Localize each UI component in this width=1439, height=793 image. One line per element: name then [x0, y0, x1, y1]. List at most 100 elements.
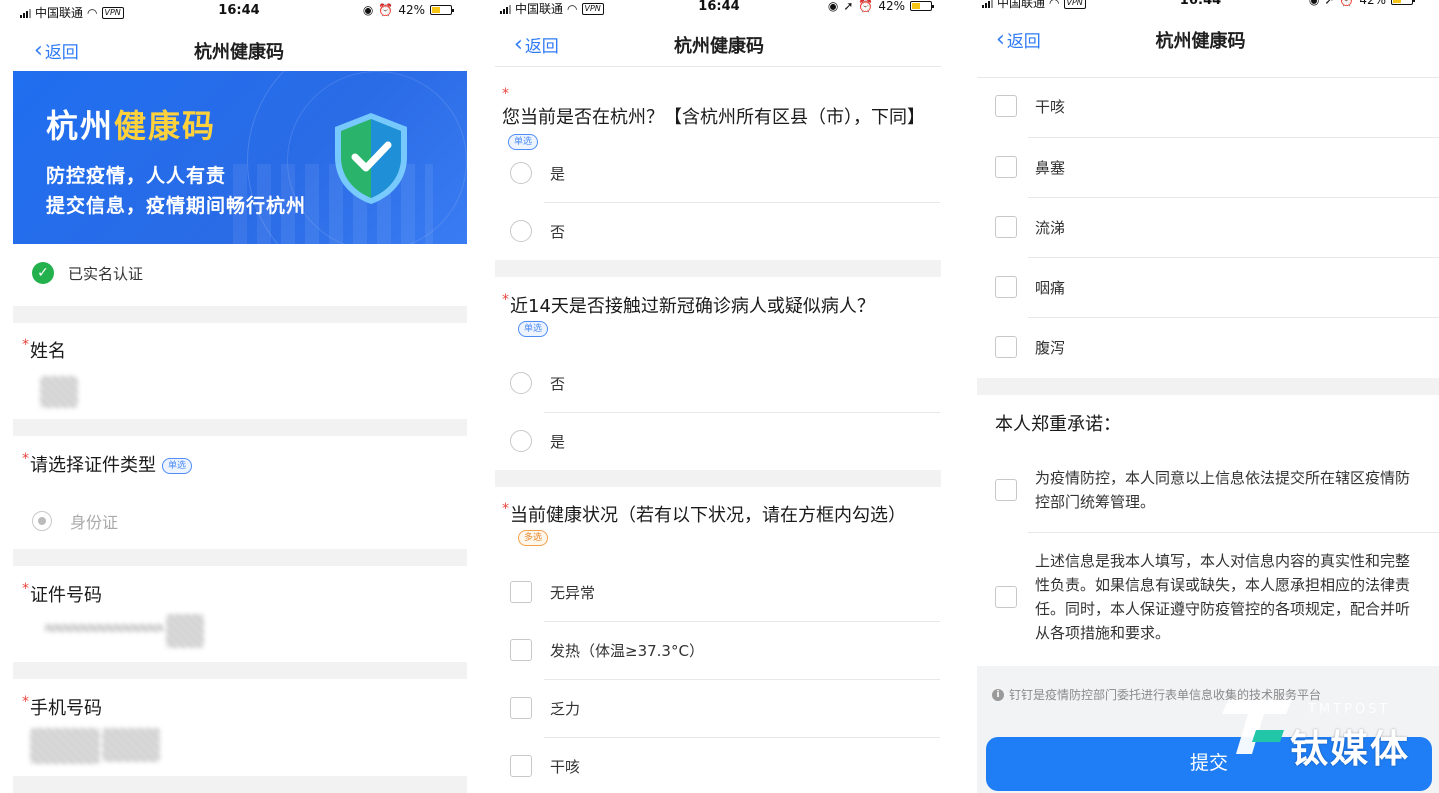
checkbox-icon [510, 639, 532, 661]
option-dry-cough[interactable]: 干咳 [995, 95, 1065, 117]
option-q2-no[interactable]: 否 [510, 372, 565, 394]
option-divider [544, 202, 940, 203]
option-divider [1028, 197, 1439, 198]
section-divider [13, 419, 467, 436]
checkbox-icon [995, 95, 1017, 117]
pledge-consent-2[interactable]: 上述信息是我本人填写，本人对信息内容的真实性和完整性负责。如果信息有误或缺失，本… [995, 549, 1415, 645]
checkbox-icon [510, 581, 532, 603]
pledge-text-1: 为疫情防控，本人同意以上信息依法提交所在辖区疫情防控部门统筹管理。 [1035, 469, 1411, 511]
id-type-label: *请选择证件类型 单选 [22, 451, 193, 477]
checkbox-icon [995, 336, 1017, 358]
radio-icon [510, 220, 532, 242]
alarm-icon: ⏰ [378, 3, 394, 17]
radio-icon [510, 372, 532, 394]
section-divider [13, 776, 467, 793]
screen-pledge-submit: 中国联通 ◠ VPN 16:44 ◉ ➚ ⏰ 42% ‹ 返回 杭州健康码 干咳… [962, 0, 1439, 793]
option-q1-yes[interactable]: 是 [510, 162, 565, 184]
question-in-hangzhou: *您当前是否在杭州？【含杭州所有区县（市），下同】单选 [502, 82, 932, 154]
id-number-label: *证件号码 [22, 581, 102, 606]
checkbox-icon [995, 156, 1017, 178]
page-title: 杭州健康码 [674, 36, 764, 57]
id-type-value: 身份证 [70, 513, 119, 532]
option-divider [544, 621, 940, 622]
verified-label: 已实名认证 [68, 264, 144, 283]
section-divider [977, 378, 1439, 395]
phone-label: *手机号码 [22, 694, 102, 719]
id-type-option-id-card[interactable]: 身份证 [32, 509, 118, 533]
radio-icon [510, 430, 532, 452]
alarm-icon: ⏰ [1339, 0, 1355, 7]
option-runny-nose[interactable]: 流涕 [995, 216, 1065, 238]
radio-icon [510, 162, 532, 184]
nav-divider [977, 77, 1439, 78]
option-divider [1028, 532, 1439, 533]
option-divider [1028, 257, 1439, 258]
phone-redacted [102, 728, 160, 762]
status-bar: 中国联通 ◠ VPN 16:44 ◉ ⏰ 42% [0, 0, 478, 24]
screen-personal-info: 中国联通 ◠ VPN 16:44 ◉ ⏰ 42% ‹ 返回 杭州健康码 杭州健康… [0, 0, 478, 793]
option-nasal-congestion[interactable]: 鼻塞 [995, 156, 1065, 178]
radio-selected-icon [32, 511, 52, 531]
option-q2-yes[interactable]: 是 [510, 430, 565, 452]
checkbox-icon [995, 586, 1017, 608]
page-title: 杭州健康码 [1155, 31, 1246, 52]
section-divider [13, 306, 467, 323]
question-health-status: *当前健康状况（若有以下状况，请在方框内勾选） 多选 [502, 501, 942, 548]
id-number-redacted [166, 614, 204, 648]
section-divider [13, 549, 467, 566]
platform-note: i 钉钉是疫情防控部门委托进行表单信息收集的技术服务平台 [992, 686, 1321, 703]
option-sore-throat[interactable]: 咽痛 [995, 276, 1065, 298]
banner-slogan-2: 提交信息，疫情期间畅行杭州 [46, 195, 307, 217]
nav-bar: ‹ 返回 杭州健康码 [0, 30, 478, 70]
battery-percent: 42% [878, 0, 905, 13]
battery-icon [910, 1, 934, 11]
pledge-title: 本人郑重承诺： [995, 414, 1121, 435]
multi-choice-tag: 多选 [518, 530, 549, 546]
option-no-abnormality[interactable]: 无异常 [510, 581, 595, 603]
lock-rotation-icon: ◉ [362, 3, 374, 17]
nav-bar: ‹ 返回 杭州健康码 [480, 24, 958, 64]
pledge-consent-1[interactable]: 为疫情防控，本人同意以上信息依法提交所在辖区疫情防控部门统筹管理。 [995, 466, 1415, 514]
lock-rotation-icon: ◉ [1308, 0, 1320, 7]
info-icon: i [992, 688, 1004, 701]
option-fatigue[interactable]: 乏力 [510, 697, 580, 719]
lock-rotation-icon: ◉ [827, 0, 839, 13]
page-title: 杭州健康码 [194, 42, 284, 63]
section-divider [495, 470, 941, 487]
health-code-banner: 杭州健康码 防控疫情，人人有责 提交信息，疫情期间畅行杭州 [13, 71, 467, 244]
option-divider [1028, 137, 1439, 138]
checkbox-icon [995, 276, 1017, 298]
option-divider [544, 737, 940, 738]
checkbox-icon [510, 697, 532, 719]
battery-icon [1391, 0, 1415, 5]
single-choice-tag: 单选 [162, 458, 193, 474]
id-number-redacted[interactable] [44, 624, 164, 632]
single-choice-tag: 单选 [518, 321, 549, 337]
submit-button[interactable]: 提交 [986, 737, 1432, 791]
location-icon: ➚ [843, 0, 854, 13]
battery-icon [430, 5, 454, 15]
location-icon: ➚ [1324, 0, 1335, 7]
banner-slogan-1: 防控疫情，人人有责 [46, 165, 227, 187]
checkbox-icon [510, 755, 532, 777]
option-divider [1028, 317, 1439, 318]
checkbox-icon [995, 216, 1017, 238]
name-value-redacted[interactable] [40, 376, 78, 408]
nav-bar: ‹ 返回 杭州健康码 [962, 19, 1439, 59]
option-diarrhea[interactable]: 腹泻 [995, 336, 1065, 358]
phone-redacted[interactable] [30, 728, 100, 764]
name-label: *姓名 [22, 337, 66, 362]
section-divider [13, 662, 467, 679]
battery-percent: 42% [398, 3, 425, 17]
banner-title: 杭州健康码 [46, 107, 217, 145]
screen-questionnaire: 中国联通 ◠ VPN 16:44 ◉ ➚ ⏰ 42% ‹ 返回 杭州健康码 *您… [480, 0, 958, 793]
option-dry-cough[interactable]: 干咳 [510, 755, 580, 777]
pledge-text-2: 上述信息是我本人填写，本人对信息内容的真实性和完整性负责。如果信息有误或缺失，本… [1035, 552, 1411, 642]
verified-status: ✓ 已实名认证 [32, 262, 143, 284]
option-fever[interactable]: 发热（体温≥37.3°C） [510, 639, 704, 661]
option-divider [544, 412, 940, 413]
section-divider [495, 260, 941, 277]
option-q1-no[interactable]: 否 [510, 220, 565, 242]
single-choice-tag: 单选 [508, 134, 539, 150]
alarm-icon: ⏰ [858, 0, 874, 13]
